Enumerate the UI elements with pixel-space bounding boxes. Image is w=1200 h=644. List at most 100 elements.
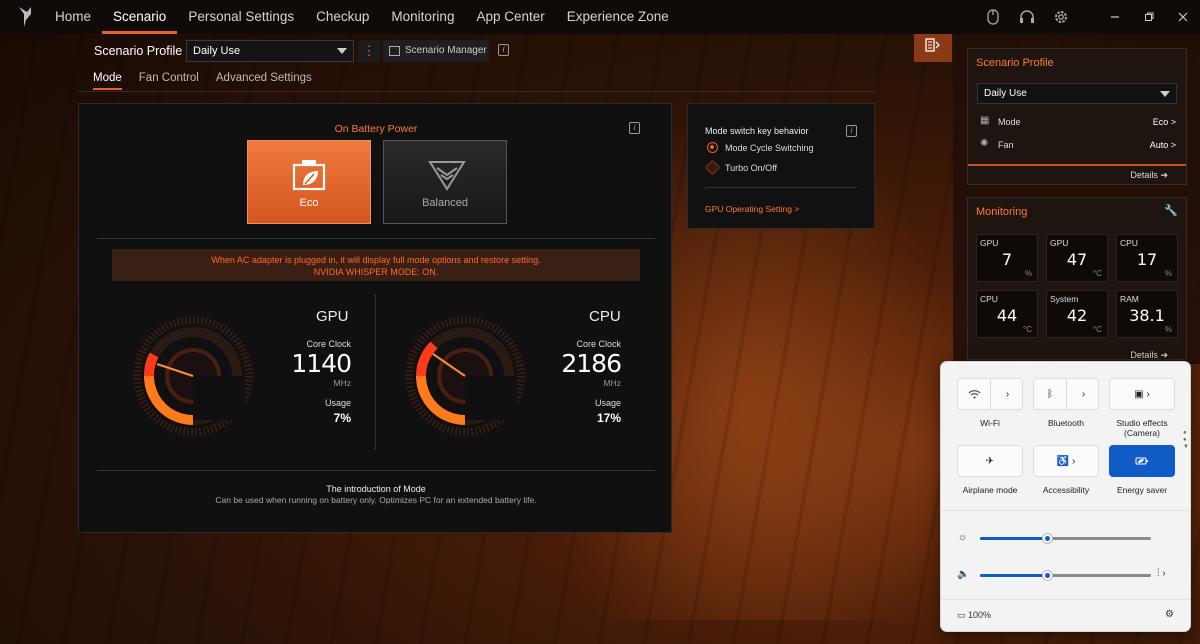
gpu-operating-setting-link[interactable]: GPU Operating Setting > [705, 204, 799, 214]
energy-saver-label: Energy saver [1116, 485, 1168, 495]
energy-saver-toggle[interactable] [1109, 445, 1175, 477]
settings-gear-icon[interactable] [1044, 0, 1078, 34]
minimize-icon[interactable] [1098, 0, 1132, 34]
quick-settings-flyout: › Wi-Fi ᛒ › Bluetooth ▣ › Studio effects… [940, 361, 1191, 632]
mode-card-eco[interactable]: Eco [247, 140, 371, 224]
nav-checkup[interactable]: Checkup [305, 0, 380, 34]
audio-output-icon[interactable]: ⫶ › [1157, 568, 1166, 579]
mode-switch-panel: Mode switch key behavior i Mode Cycle Sw… [687, 103, 875, 229]
predator-logo-icon [19, 7, 31, 27]
battery-percent: 100% [968, 610, 992, 620]
metric-value: 17 [1136, 250, 1158, 269]
settings-icon[interactable]: ⚙ [1165, 609, 1174, 620]
radio-label-turbo[interactable]: Turbo On/Off [725, 163, 777, 173]
accessibility-toggle[interactable]: ♿ › [1033, 445, 1099, 477]
metric-unit: °C [1093, 325, 1102, 334]
metric-value: 42 [1066, 306, 1088, 325]
chevron-right-icon[interactable]: › [1067, 379, 1100, 409]
wifi-icon[interactable] [958, 379, 991, 409]
metric-unit: % [1164, 269, 1172, 278]
fan-icon: ✺ [980, 138, 989, 149]
volume-icon[interactable]: 🔈 [957, 569, 969, 580]
brightness-knob[interactable] [1043, 534, 1053, 543]
gpu-gauge [133, 316, 253, 436]
info-icon[interactable]: i [498, 44, 509, 56]
scenario-manager-label: Scenario Manager [405, 45, 487, 56]
nav-personal-settings[interactable]: Personal Settings [177, 0, 305, 34]
divider [705, 187, 857, 188]
profile-card-title: Scenario Profile [976, 57, 1054, 69]
gpu-title: GPU [316, 308, 349, 325]
mouse-icon[interactable] [976, 0, 1010, 34]
airplane-mode-toggle[interactable]: ✈ [957, 445, 1023, 477]
chevron-down-icon [1160, 91, 1170, 97]
wifi-label: Wi-Fi [980, 418, 1000, 428]
eco-battery-icon [292, 160, 326, 191]
radio-mode-cycle[interactable] [707, 142, 718, 153]
mode-card-balanced[interactable]: Balanced [383, 140, 507, 224]
metric-gpu-usage: GPU 7 % [976, 234, 1038, 282]
right-side-panel: Scenario Profile Daily Use ▦ Mode Eco > … [953, 34, 1200, 364]
gpu-clock-label: Core Clock [306, 339, 351, 349]
volume-knob[interactable] [1043, 571, 1053, 580]
headset-icon[interactable] [1010, 0, 1044, 34]
mode-label-eco: Eco [299, 197, 319, 209]
details-label: Details [1130, 350, 1158, 360]
metric-system-temp: System 42 °C [1046, 290, 1108, 338]
tab-advanced-settings[interactable]: Advanced Settings [216, 72, 312, 90]
radio-turbo[interactable] [704, 159, 721, 176]
bluetooth-icon[interactable]: ᛒ [1034, 379, 1067, 409]
mode-row-label: Mode [998, 117, 1021, 127]
close-icon[interactable] [1166, 0, 1200, 34]
arrow-right-icon: ➔ [1160, 350, 1168, 360]
metric-name: System [1050, 294, 1079, 304]
mode-switch-title: Mode switch key behavior [705, 126, 809, 136]
metric-name: RAM [1120, 294, 1139, 304]
tabs-divider [78, 91, 876, 92]
cpu-title: CPU [589, 308, 621, 325]
nav-experience-zone[interactable]: Experience Zone [556, 0, 680, 34]
wrench-icon[interactable]: 🔧 [1164, 204, 1178, 217]
volume-slider[interactable] [980, 571, 1151, 580]
top-icons [976, 0, 1200, 34]
energy-saver-icon [1110, 446, 1174, 476]
cpu-gauge [405, 316, 525, 436]
brightness-icon: ☼ [958, 532, 968, 543]
mode-row-value: Eco > [1152, 117, 1176, 127]
radio-label-mode-cycle[interactable]: Mode Cycle Switching [725, 143, 814, 153]
profile-card-select[interactable]: Daily Use [977, 83, 1177, 104]
scenario-profile-select[interactable]: Daily Use [186, 40, 354, 62]
nav-home[interactable]: Home [44, 0, 102, 34]
tab-mode[interactable]: Mode [93, 72, 122, 90]
metric-value: 44 [996, 306, 1018, 325]
accessibility-icon: ♿ › [1056, 455, 1076, 467]
profile-details-link[interactable]: Details ➔ [968, 164, 1186, 184]
cpu-clock-value: 2186 [561, 349, 622, 378]
nav-scenario[interactable]: Scenario [102, 0, 178, 34]
page-dots[interactable]: ● ● ▼ [1183, 430, 1189, 451]
restore-icon[interactable] [1132, 0, 1166, 34]
studio-effects-toggle[interactable]: ▣ › [1109, 378, 1175, 410]
scenario-manager-button[interactable]: Scenario Manager [383, 40, 489, 62]
divider [941, 510, 1190, 511]
metric-ram-usage: RAM 38.1 % [1116, 290, 1178, 338]
camera-effects-icon: ▣ › [1134, 388, 1150, 400]
monitoring-title: Monitoring [976, 206, 1028, 218]
bluetooth-toggle[interactable]: ᛒ › [1033, 378, 1099, 410]
tab-fan-control[interactable]: Fan Control [139, 72, 199, 90]
info-icon[interactable]: i [846, 125, 857, 137]
brightness-slider[interactable] [980, 534, 1151, 543]
more-options-button[interactable]: ⋮ [358, 40, 380, 62]
info-icon[interactable]: i [629, 122, 640, 134]
chevron-right-icon[interactable]: › [991, 379, 1024, 409]
metric-name: CPU [980, 294, 998, 304]
nav-app-center[interactable]: App Center [465, 0, 555, 34]
collapse-panel-button[interactable] [914, 34, 952, 62]
battery-status[interactable]: ▭ 100% [957, 610, 991, 621]
nav-monitoring[interactable]: Monitoring [380, 0, 465, 34]
airplane-icon: ✈ [985, 455, 995, 467]
divider [1078, 0, 1098, 34]
divider [97, 470, 655, 471]
wifi-toggle[interactable]: › [957, 378, 1023, 410]
scenario-profile-value: Daily Use [193, 45, 241, 57]
